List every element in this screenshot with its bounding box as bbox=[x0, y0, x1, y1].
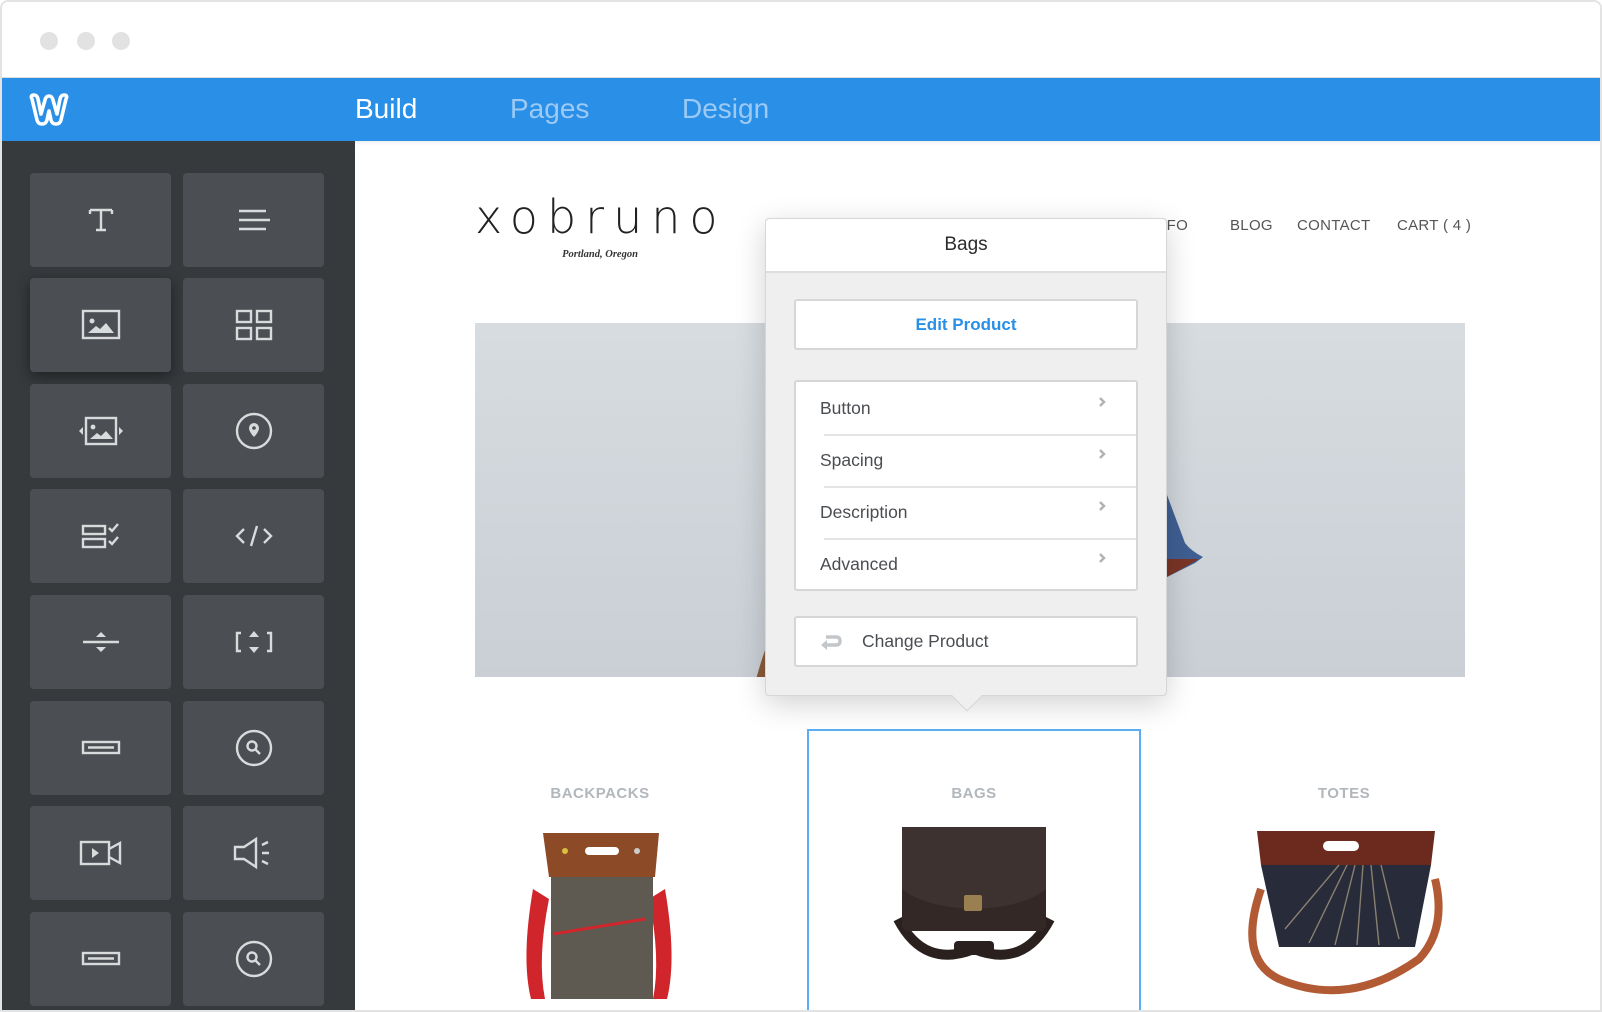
paragraph-icon bbox=[238, 209, 270, 231]
button-icon bbox=[81, 951, 120, 966]
embed-code-icon bbox=[234, 525, 273, 547]
popover-title: Bags bbox=[766, 219, 1166, 273]
map-pin-icon bbox=[235, 412, 272, 450]
site-logo[interactable]: xobruno Portland, Oregon bbox=[475, 189, 737, 260]
settings-menu: Button Spacing Description Advanced bbox=[794, 380, 1138, 591]
category-title: BACKPACKS bbox=[550, 785, 650, 802]
site-nav-cart[interactable]: CART ( 4 ) bbox=[1397, 217, 1471, 234]
bag-product-image bbox=[893, 827, 1055, 960]
button-icon bbox=[81, 740, 120, 755]
search-icon bbox=[235, 729, 272, 767]
menu-item-spacing[interactable]: Spacing bbox=[796, 434, 1136, 486]
element-tile-divider[interactable] bbox=[30, 595, 171, 689]
title-bar bbox=[2, 2, 1600, 78]
category-totes[interactable]: TOTES bbox=[1177, 729, 1511, 1010]
form-icon bbox=[81, 523, 119, 549]
category-title: BAGS bbox=[951, 785, 997, 802]
category-bags[interactable]: BAGS bbox=[807, 729, 1141, 1010]
element-tile-search[interactable] bbox=[183, 701, 324, 795]
weebly-logo-icon[interactable] bbox=[26, 90, 72, 128]
element-tile-text[interactable] bbox=[183, 173, 324, 267]
element-tile-image[interactable] bbox=[30, 278, 171, 372]
text-icon bbox=[88, 208, 113, 232]
search-icon bbox=[235, 940, 272, 978]
menu-item-advanced[interactable]: Advanced bbox=[796, 538, 1136, 590]
app-toolbar: Build Pages Design bbox=[2, 78, 1600, 141]
elements-sidebar bbox=[2, 141, 355, 1010]
menu-item-label: Button bbox=[820, 397, 871, 418]
element-settings-popover: Bags Edit Product Button Spacing Descrip… bbox=[765, 218, 1167, 712]
element-tile-video[interactable] bbox=[30, 806, 171, 900]
menu-item-label: Spacing bbox=[820, 449, 884, 470]
element-tile-map[interactable] bbox=[183, 384, 324, 478]
menu-item-label: Description bbox=[820, 501, 908, 522]
image-icon bbox=[81, 309, 120, 340]
change-product-label: Change Product bbox=[862, 631, 989, 651]
spacer-icon bbox=[235, 631, 272, 653]
element-tile-gallery[interactable] bbox=[183, 278, 324, 372]
return-arrow-icon bbox=[821, 634, 842, 650]
site-editor-canvas: xobruno Portland, Oregon INFO BLOG CONTA… bbox=[355, 141, 1600, 1010]
site-nav-contact[interactable]: CONTACT bbox=[1297, 217, 1370, 234]
zoom-window-button[interactable] bbox=[112, 32, 130, 50]
minimize-window-button[interactable] bbox=[77, 32, 95, 50]
hero-figure-skirt bbox=[1155, 463, 1203, 583]
element-tile-search-2[interactable] bbox=[183, 912, 324, 1006]
chevron-right-icon bbox=[1099, 449, 1106, 459]
element-tile-slideshow[interactable] bbox=[30, 384, 171, 478]
menu-item-description[interactable]: Description bbox=[796, 486, 1136, 538]
element-tile-form[interactable] bbox=[30, 489, 171, 583]
edit-product-button[interactable]: Edit Product bbox=[794, 299, 1138, 350]
gallery-icon bbox=[235, 309, 272, 341]
menu-item-button[interactable]: Button bbox=[796, 382, 1136, 434]
divider-icon bbox=[82, 632, 119, 652]
chevron-right-icon bbox=[1099, 501, 1106, 511]
slideshow-icon bbox=[78, 416, 123, 446]
video-icon bbox=[79, 840, 121, 866]
tab-pages[interactable]: Pages bbox=[510, 92, 589, 126]
menu-item-label: Advanced bbox=[820, 553, 898, 574]
element-tile-audio[interactable] bbox=[183, 806, 324, 900]
element-tile-embed-code[interactable] bbox=[183, 489, 324, 583]
category-backpacks[interactable]: BACKPACKS bbox=[433, 729, 767, 1010]
backpack-product-image bbox=[526, 833, 672, 999]
tab-build[interactable]: Build bbox=[355, 92, 417, 126]
close-window-button[interactable] bbox=[40, 32, 58, 50]
element-tile-button-2[interactable] bbox=[30, 912, 171, 1006]
chevron-right-icon bbox=[1099, 553, 1106, 563]
element-tile-button[interactable] bbox=[30, 701, 171, 795]
category-title: TOTES bbox=[1317, 785, 1371, 802]
tote-product-image bbox=[1248, 831, 1443, 995]
site-nav-blog[interactable]: BLOG bbox=[1230, 217, 1273, 234]
tab-design[interactable]: Design bbox=[682, 92, 769, 126]
element-tile-title[interactable] bbox=[30, 173, 171, 267]
element-tile-spacer[interactable] bbox=[183, 595, 324, 689]
browser-window: Build Pages Design xobruno Portland, Ore… bbox=[0, 0, 1602, 1012]
chevron-right-icon bbox=[1099, 397, 1106, 407]
popover-caret bbox=[951, 680, 983, 712]
site-logo-wordmark: xobruno bbox=[475, 190, 727, 244]
change-product-button[interactable]: Change Product bbox=[794, 616, 1138, 667]
site-logo-tagline: Portland, Oregon bbox=[562, 249, 638, 260]
audio-icon bbox=[233, 836, 269, 870]
